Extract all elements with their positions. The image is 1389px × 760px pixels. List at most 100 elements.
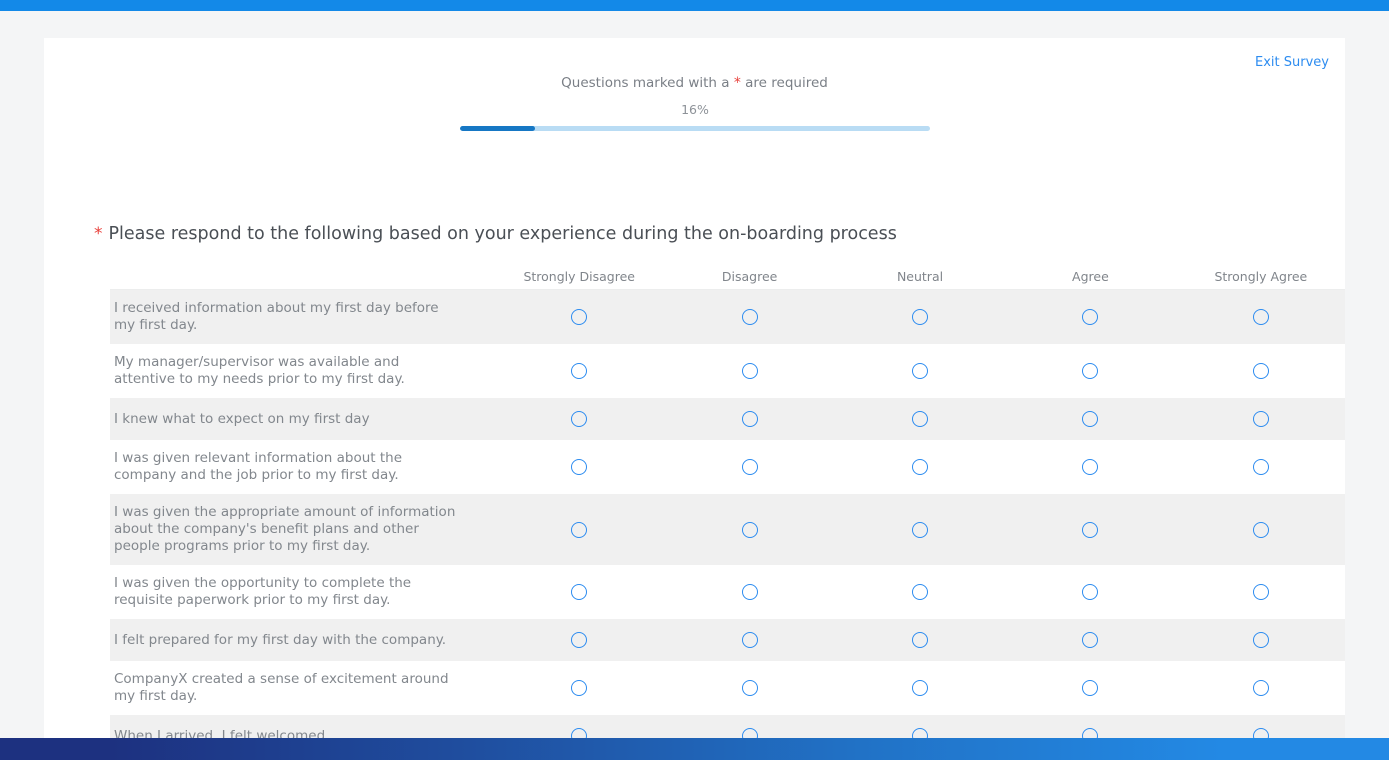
radio-button[interactable] (1252, 584, 1269, 600)
matrix-cell[interactable] (1005, 661, 1175, 715)
table-row: My manager/supervisor was available and … (110, 344, 1345, 398)
radio-button[interactable] (571, 411, 588, 427)
matrix-cell[interactable] (664, 494, 834, 565)
radio-button[interactable] (741, 411, 758, 427)
matrix-cell[interactable] (1005, 619, 1175, 661)
matrix-cell[interactable] (1176, 619, 1345, 661)
matrix-cell[interactable] (1005, 440, 1175, 494)
radio-button[interactable] (1082, 521, 1099, 538)
radio-button[interactable] (741, 459, 758, 475)
radio-button[interactable] (741, 632, 758, 648)
radio-button[interactable] (571, 459, 588, 475)
radio-button[interactable] (571, 584, 588, 600)
matrix-cell[interactable] (835, 440, 1005, 494)
matrix-cell[interactable] (494, 344, 664, 398)
radio-button[interactable] (1082, 309, 1099, 325)
matrix-cell[interactable] (1005, 565, 1175, 619)
radio-button[interactable] (912, 680, 929, 696)
radio-button[interactable] (912, 309, 929, 325)
radio-button[interactable] (1252, 363, 1269, 379)
matrix-cell[interactable] (835, 661, 1005, 715)
radio-button[interactable] (741, 521, 758, 538)
matrix-cell[interactable] (1176, 494, 1345, 565)
radio-button[interactable] (912, 411, 929, 427)
survey-card: Exit Survey Questions marked with a * ar… (44, 38, 1345, 738)
matrix-cell[interactable] (664, 661, 834, 715)
matrix-cell[interactable] (494, 619, 664, 661)
matrix-cell[interactable] (1005, 398, 1175, 440)
exit-survey-link[interactable]: Exit Survey (1255, 55, 1329, 70)
matrix-cell[interactable] (494, 661, 664, 715)
table-row: CompanyX created a sense of excitement a… (110, 661, 1345, 715)
radio-button[interactable] (571, 521, 588, 538)
matrix-cell[interactable] (835, 290, 1005, 344)
matrix-cell[interactable] (1176, 440, 1345, 494)
radio-button[interactable] (1252, 632, 1269, 648)
matrix-cell[interactable] (664, 715, 834, 738)
radio-button[interactable] (571, 632, 588, 648)
radio-button[interactable] (1252, 411, 1269, 427)
table-row: I received information about my first da… (110, 290, 1345, 344)
matrix-cell[interactable] (1176, 661, 1345, 715)
matrix-cell[interactable] (664, 440, 834, 494)
matrix-cell[interactable] (494, 398, 664, 440)
radio-button[interactable] (1082, 728, 1099, 738)
matrix-cell[interactable] (835, 344, 1005, 398)
matrix-cell[interactable] (664, 398, 834, 440)
radio-button[interactable] (1252, 680, 1269, 696)
matrix-cell[interactable] (835, 494, 1005, 565)
matrix-cell[interactable] (1005, 715, 1175, 738)
radio-button[interactable] (1252, 309, 1269, 325)
radio-button[interactable] (571, 680, 588, 696)
matrix-cell[interactable] (835, 565, 1005, 619)
matrix-cell[interactable] (1176, 398, 1345, 440)
radio-button[interactable] (741, 584, 758, 600)
radio-button[interactable] (912, 632, 929, 648)
matrix-row-label: CompanyX created a sense of excitement a… (114, 671, 449, 704)
matrix-row-label: I knew what to expect on my first day (114, 410, 370, 427)
matrix-cell[interactable] (494, 440, 664, 494)
radio-button[interactable] (571, 309, 588, 325)
matrix-cell[interactable] (1005, 494, 1175, 565)
radio-button[interactable] (1252, 521, 1269, 538)
radio-button[interactable] (912, 459, 929, 475)
radio-button[interactable] (1082, 411, 1099, 427)
radio-button[interactable] (912, 728, 929, 738)
matrix-cell[interactable] (494, 565, 664, 619)
radio-button[interactable] (1082, 459, 1099, 475)
matrix-cell[interactable] (1176, 344, 1345, 398)
matrix-cell[interactable] (835, 619, 1005, 661)
matrix-cell[interactable] (494, 290, 664, 344)
table-row: I knew what to expect on my first day (110, 398, 1345, 440)
radio-button[interactable] (741, 728, 758, 738)
matrix-cell[interactable] (494, 494, 664, 565)
radio-button[interactable] (1082, 584, 1099, 600)
radio-button[interactable] (571, 728, 588, 738)
matrix-column-header: Neutral (896, 269, 944, 284)
radio-button[interactable] (741, 363, 758, 379)
matrix-cell[interactable] (1176, 715, 1345, 738)
radio-button[interactable] (571, 363, 588, 379)
matrix-cell[interactable] (664, 344, 834, 398)
matrix-cell[interactable] (664, 565, 834, 619)
radio-button[interactable] (912, 521, 929, 538)
matrix-cell[interactable] (664, 290, 834, 344)
matrix-cell[interactable] (1005, 344, 1175, 398)
matrix-cell[interactable] (1005, 290, 1175, 344)
radio-button[interactable] (741, 680, 758, 696)
matrix-cell[interactable] (494, 715, 664, 738)
radio-button[interactable] (1252, 459, 1269, 475)
radio-button[interactable] (1082, 632, 1099, 648)
radio-button[interactable] (912, 584, 929, 600)
matrix-cell[interactable] (835, 715, 1005, 738)
radio-button[interactable] (741, 309, 758, 325)
radio-button[interactable] (1082, 680, 1099, 696)
matrix-cell[interactable] (835, 398, 1005, 440)
matrix-cell[interactable] (1176, 290, 1345, 344)
radio-button[interactable] (1082, 363, 1099, 379)
matrix-cell[interactable] (664, 619, 834, 661)
matrix-cell[interactable] (1176, 565, 1345, 619)
radio-button[interactable] (1252, 728, 1269, 738)
matrix-header-row: Strongly Disagree Disagree Neutral Agree Str… (110, 263, 1345, 290)
radio-button[interactable] (912, 363, 929, 379)
